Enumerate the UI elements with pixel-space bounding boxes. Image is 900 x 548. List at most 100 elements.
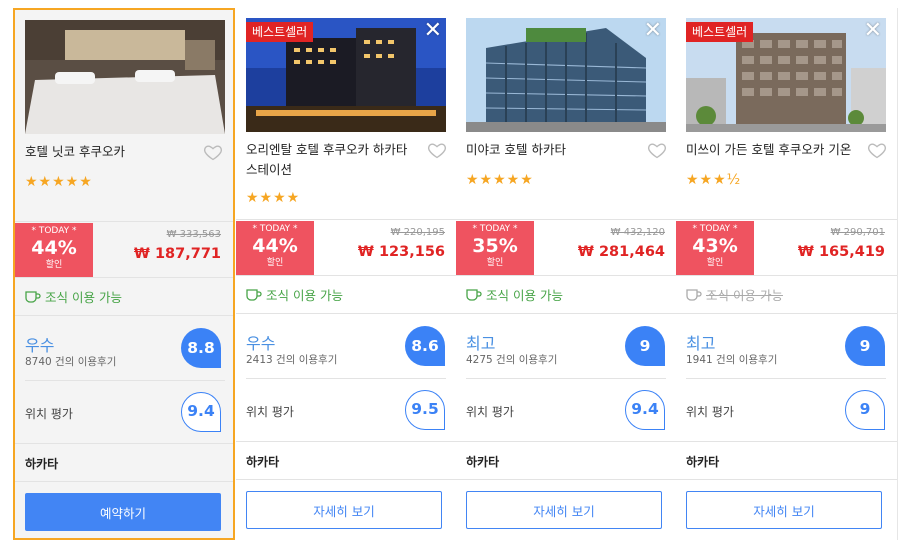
breakfast-info: 조식 이용 가능 bbox=[25, 287, 122, 306]
location-rating-label: 위치 평가 bbox=[466, 405, 514, 419]
hotel-photo[interactable]: 베스트셀러 ✕ bbox=[246, 18, 446, 132]
location-rating-label: 위치 평가 bbox=[686, 405, 734, 419]
divider bbox=[676, 479, 897, 480]
location-score-badge: 9.4 bbox=[625, 390, 665, 430]
view-details-button[interactable]: 자세히 보기 bbox=[466, 491, 662, 529]
favorite-heart-icon[interactable] bbox=[203, 142, 223, 162]
divider bbox=[686, 378, 886, 379]
location-rating-label: 위치 평가 bbox=[25, 407, 73, 421]
hotel-name[interactable]: 미쓰이 가든 호텔 후쿠오카 기온 bbox=[686, 140, 862, 160]
breakfast-info: 조식 이용 가능 bbox=[466, 285, 563, 304]
today-label: * TODAY * bbox=[31, 226, 77, 236]
hotel-photo[interactable] bbox=[25, 20, 225, 134]
today-discount-badge: * TODAY * 35% 할인 bbox=[456, 221, 534, 275]
breakfast-label: 조식 이용 가능 bbox=[706, 288, 783, 303]
review-score-badge: 9 bbox=[845, 326, 885, 366]
divider bbox=[456, 479, 677, 480]
hotel-card[interactable]: 베스트셀러 ✕ 미쓰이 가든 호텔 후쿠오카 기온 ★★★½ * TODAY *… bbox=[676, 8, 898, 540]
hotel-glass-facade-image bbox=[466, 18, 666, 132]
divider bbox=[676, 275, 897, 276]
hotel-compare-grid: 호텔 닛코 후쿠오카 ★★★★★ * TODAY * 44% 할인 ₩ 333,… bbox=[0, 0, 900, 548]
breakfast-label: 조식 이용 가능 bbox=[486, 288, 563, 303]
divider bbox=[236, 219, 457, 220]
divider bbox=[456, 313, 677, 314]
divider bbox=[246, 378, 446, 379]
coffee-cup-icon bbox=[686, 288, 702, 301]
today-label: * TODAY * bbox=[692, 224, 738, 234]
review-grade: 최고 bbox=[686, 334, 716, 353]
divider bbox=[15, 315, 233, 316]
hotel-photo[interactable]: 베스트셀러 ✕ bbox=[686, 18, 886, 132]
favorite-heart-icon[interactable] bbox=[647, 140, 667, 160]
discount-percent: 44% bbox=[31, 237, 77, 259]
favorite-heart-icon[interactable] bbox=[427, 140, 447, 160]
breakfast-info: 조식 이용 가능 bbox=[686, 285, 783, 304]
sale-price: ₩ 281,464 bbox=[577, 244, 665, 260]
hotel-name[interactable]: 호텔 닛코 후쿠오카 bbox=[25, 142, 201, 162]
breakfast-label: 조식 이용 가능 bbox=[266, 288, 343, 303]
divider bbox=[456, 441, 677, 442]
original-price: ₩ 220,195 bbox=[390, 227, 445, 238]
review-grade: 최고 bbox=[466, 334, 496, 353]
divider bbox=[15, 443, 233, 444]
divider bbox=[456, 275, 677, 276]
divider bbox=[15, 221, 233, 222]
today-label: * TODAY * bbox=[472, 224, 518, 234]
hotel-name[interactable]: 미야코 호텔 하카타 bbox=[466, 140, 642, 160]
review-score-badge: 8.6 bbox=[405, 326, 445, 366]
discount-label: 할인 bbox=[486, 258, 504, 268]
review-count[interactable]: 8740 건의 이용후기 bbox=[25, 354, 116, 369]
book-button[interactable]: 예약하기 bbox=[25, 493, 221, 531]
review-score-badge: 8.8 bbox=[181, 328, 221, 368]
hotel-room-image bbox=[25, 20, 225, 134]
today-discount-badge: * TODAY * 44% 할인 bbox=[15, 223, 93, 277]
divider bbox=[236, 441, 457, 442]
divider bbox=[15, 277, 233, 278]
review-count[interactable]: 1941 건의 이용후기 bbox=[686, 352, 777, 367]
location-score-badge: 9 bbox=[845, 390, 885, 430]
discount-percent: 35% bbox=[472, 235, 518, 257]
close-icon[interactable]: ✕ bbox=[644, 18, 662, 44]
divider bbox=[456, 219, 677, 220]
bestseller-badge: 베스트셀러 bbox=[246, 22, 314, 42]
hotel-photo[interactable]: ✕ bbox=[466, 18, 666, 132]
coffee-cup-icon bbox=[25, 290, 41, 303]
divider bbox=[236, 313, 457, 314]
favorite-heart-icon[interactable] bbox=[867, 140, 887, 160]
location-score-badge: 9.4 bbox=[181, 392, 221, 432]
divider bbox=[15, 481, 233, 482]
sale-price: ₩ 187,771 bbox=[133, 246, 221, 262]
star-rating: ★★★★ bbox=[246, 190, 301, 206]
hotel-area: 하카타 bbox=[466, 455, 500, 469]
view-details-button[interactable]: 자세히 보기 bbox=[246, 491, 442, 529]
hotel-area: 하카타 bbox=[246, 455, 280, 469]
discount-label: 할인 bbox=[45, 260, 63, 270]
discount-label: 할인 bbox=[706, 258, 724, 268]
divider bbox=[236, 479, 457, 480]
star-rating: ★★★★★ bbox=[466, 172, 534, 188]
deal-row: * TODAY * 44% 할인 ₩ 220,195 ₩ 123,156 bbox=[236, 221, 457, 275]
review-count[interactable]: 4275 건의 이용후기 bbox=[466, 352, 557, 367]
divider bbox=[676, 313, 897, 314]
review-grade: 우수 bbox=[25, 336, 55, 355]
view-details-button[interactable]: 자세히 보기 bbox=[686, 491, 882, 529]
hotel-card[interactable]: 호텔 닛코 후쿠오카 ★★★★★ * TODAY * 44% 할인 ₩ 333,… bbox=[13, 8, 235, 540]
discount-percent: 44% bbox=[252, 235, 298, 257]
hotel-name[interactable]: 오리엔탈 호텔 후쿠오카 하카타 스테이션 bbox=[246, 140, 422, 180]
coffee-cup-icon bbox=[246, 288, 262, 301]
close-icon[interactable]: ✕ bbox=[864, 18, 882, 44]
close-icon[interactable]: ✕ bbox=[424, 18, 442, 44]
today-discount-badge: * TODAY * 44% 할인 bbox=[236, 221, 314, 275]
hotel-card[interactable]: 베스트셀러 ✕ 오리엔탈 호텔 후쿠오카 하카타 스테이션 ★★★★ * TOD… bbox=[236, 8, 458, 540]
today-label: * TODAY * bbox=[252, 224, 298, 234]
original-price: ₩ 290,701 bbox=[830, 227, 885, 238]
divider bbox=[466, 378, 666, 379]
coffee-cup-icon bbox=[466, 288, 482, 301]
divider bbox=[236, 275, 457, 276]
deal-row: * TODAY * 35% 할인 ₩ 432,120 ₩ 281,464 bbox=[456, 221, 677, 275]
deal-row: * TODAY * 44% 할인 ₩ 333,563 ₩ 187,771 bbox=[15, 223, 233, 277]
review-count[interactable]: 2413 건의 이용후기 bbox=[246, 352, 337, 367]
divider bbox=[676, 219, 897, 220]
review-grade: 우수 bbox=[246, 334, 276, 353]
hotel-card[interactable]: ✕ 미야코 호텔 하카타 ★★★★★ * TODAY * 35% 할인 ₩ 43… bbox=[456, 8, 678, 540]
